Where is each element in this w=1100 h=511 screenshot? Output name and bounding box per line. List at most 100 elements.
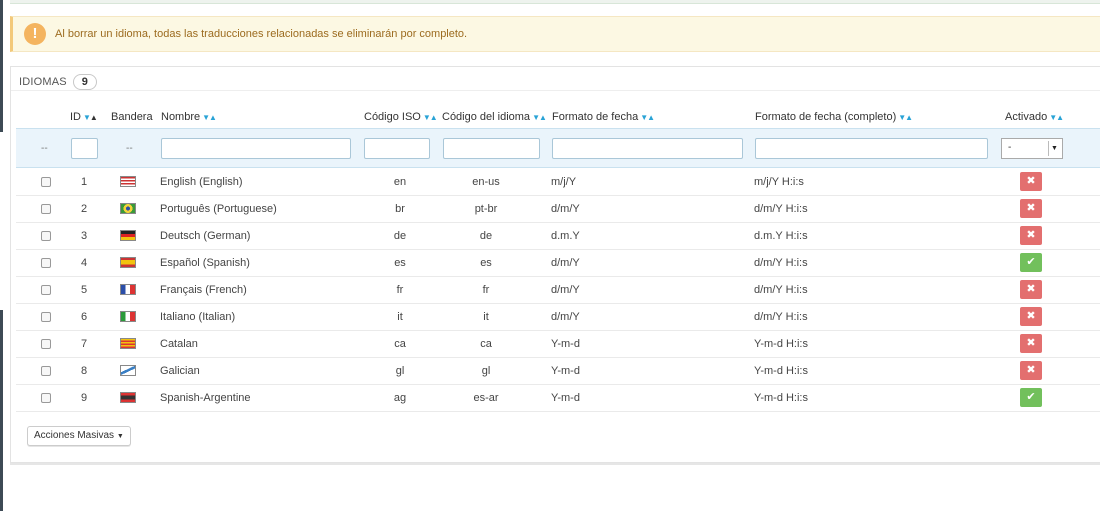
sort-desc-icon[interactable]: ▼ — [83, 113, 91, 122]
filter-select-placeholder: -- — [41, 143, 48, 154]
sort-asc-icon[interactable]: ▲ — [1056, 113, 1064, 122]
row-date-format: d/m/Y — [551, 284, 580, 296]
row-iso: fr — [396, 284, 404, 296]
row-date-format-full: d.m.Y H:i:s — [754, 230, 808, 242]
table-row[interactable]: 7 Catalan ca ca Y-m-d Y-m-d H:i:s ✖ — [16, 331, 1100, 358]
row-iso: ag — [393, 392, 407, 404]
header-lang-code[interactable]: Código del idioma ▼▲ — [442, 111, 547, 123]
header-name[interactable]: Nombre ▼▲ — [161, 111, 217, 123]
filter-lang-code-input[interactable] — [443, 138, 540, 159]
row-checkbox[interactable] — [41, 339, 51, 349]
flag-icon — [120, 365, 136, 376]
row-iso: en — [393, 176, 407, 188]
bulk-actions-button[interactable]: Acciones Masivas ▼ — [27, 426, 131, 446]
row-lang-code: es-ar — [473, 392, 499, 404]
row-date-format: Y-m-d — [551, 338, 580, 350]
row-date-format: d/m/Y — [551, 257, 580, 269]
row-id: 1 — [81, 176, 88, 188]
row-checkbox[interactable] — [41, 366, 51, 376]
row-lang-code: gl — [481, 365, 491, 377]
row-name: English (English) — [160, 176, 243, 188]
filter-active-select[interactable]: - ▼ — [1001, 138, 1063, 159]
flag-icon — [120, 176, 136, 187]
table-row[interactable]: 6 Italiano (Italian) it it d/m/Y d/m/Y H:i:s ✖ — [16, 304, 1100, 331]
sort-desc-icon[interactable]: ▼ — [202, 113, 210, 122]
sort-asc-icon[interactable]: ▲ — [430, 113, 438, 122]
caret-down-icon: ▼ — [116, 433, 124, 440]
row-iso: ca — [394, 338, 406, 350]
row-id: 5 — [81, 284, 88, 296]
sort-asc-icon[interactable]: ▲ — [90, 113, 98, 122]
header-active[interactable]: Activado ▼▲ — [1005, 111, 1064, 123]
row-name: Español (Spanish) — [160, 257, 250, 269]
table-row[interactable]: 2 Português (Portuguese) br pt-br d/m/Y d/m/Y… — [16, 196, 1100, 223]
row-name: Português (Portuguese) — [160, 203, 277, 215]
header-date-format-full[interactable]: Formato de fecha (completo) ▼▲ — [755, 111, 913, 123]
disabled-x-icon[interactable]: ✖ — [1020, 172, 1042, 191]
table-row[interactable]: 1 English (English) en en-us m/j/Y m/j/Y H:i:… — [16, 169, 1100, 196]
row-date-format-full: Y-m-d H:i:s — [754, 365, 808, 377]
table-row[interactable]: 3 Deutsch (German) de de d.m.Y d.m.Y H:i:s ✖ — [16, 223, 1100, 250]
count-badge: 9 — [72, 74, 97, 90]
flag-icon — [120, 203, 136, 214]
filter-iso-input[interactable] — [364, 138, 430, 159]
row-date-format: Y-m-d — [551, 365, 580, 377]
header-id[interactable]: ID ▼▲ — [70, 111, 98, 123]
row-name: Catalan — [160, 338, 198, 350]
row-id: 3 — [81, 230, 88, 242]
flag-icon — [120, 311, 136, 322]
panel-title: IDIOMAS — [19, 76, 67, 88]
warning-alert: ! Al borrar un idioma, todas las traducc… — [10, 16, 1100, 52]
sort-desc-icon[interactable]: ▼ — [532, 113, 540, 122]
table-row[interactable]: 5 Français (French) fr fr d/m/Y d/m/Y H:i:s ✖ — [16, 277, 1100, 304]
row-lang-code: en-us — [472, 176, 500, 188]
row-checkbox[interactable] — [41, 393, 51, 403]
row-name: Français (French) — [160, 284, 247, 296]
row-iso: es — [394, 257, 406, 269]
disabled-x-icon[interactable]: ✖ — [1020, 361, 1042, 380]
sort-asc-icon[interactable]: ▲ — [647, 113, 655, 122]
row-checkbox[interactable] — [41, 231, 51, 241]
row-checkbox[interactable] — [41, 177, 51, 187]
disabled-x-icon[interactable]: ✖ — [1020, 226, 1042, 245]
filter-row: -- -- - ▼ — [16, 128, 1100, 168]
table-row[interactable]: 8 Galician gl gl Y-m-d Y-m-d H:i:s ✖ — [16, 358, 1100, 385]
row-checkbox[interactable] — [41, 258, 51, 268]
table-row[interactable]: 4 Español (Spanish) es es d/m/Y d/m/Y H:i:s ✔ — [16, 250, 1100, 277]
row-date-format: m/j/Y — [551, 176, 577, 188]
filter-name-input[interactable] — [161, 138, 351, 159]
chevron-down-icon[interactable]: ▼ — [1048, 141, 1060, 156]
table-row[interactable]: 9 Spanish-Argentine ag es-ar Y-m-d Y-m-d H:i:… — [16, 385, 1100, 412]
row-date-format-full: Y-m-d H:i:s — [754, 338, 808, 350]
row-checkbox[interactable] — [41, 285, 51, 295]
flag-icon — [120, 230, 136, 241]
disabled-x-icon[interactable]: ✖ — [1020, 199, 1042, 218]
filter-date-format-input[interactable] — [552, 138, 743, 159]
row-date-format-full: d/m/Y H:i:s — [754, 203, 808, 215]
disabled-x-icon[interactable]: ✖ — [1020, 307, 1042, 326]
enabled-check-icon[interactable]: ✔ — [1020, 253, 1042, 272]
header-iso[interactable]: Código ISO ▼▲ — [364, 111, 438, 123]
row-iso: gl — [395, 365, 405, 377]
enabled-check-icon[interactable]: ✔ — [1020, 388, 1042, 407]
row-id: 6 — [81, 311, 88, 323]
filter-id-input[interactable] — [71, 138, 98, 159]
sort-asc-icon[interactable]: ▲ — [209, 113, 217, 122]
filter-date-format-full-input[interactable] — [755, 138, 988, 159]
sort-asc-icon[interactable]: ▲ — [539, 113, 547, 122]
row-checkbox[interactable] — [41, 312, 51, 322]
flag-icon — [120, 392, 136, 403]
row-lang-code: fr — [482, 284, 490, 296]
sort-asc-icon[interactable]: ▲ — [905, 113, 913, 122]
row-name: Galician — [160, 365, 200, 377]
header-date-format[interactable]: Formato de fecha ▼▲ — [552, 111, 655, 123]
filter-flag-placeholder: -- — [126, 143, 133, 154]
row-checkbox[interactable] — [41, 204, 51, 214]
row-lang-code: es — [480, 257, 492, 269]
row-lang-code: pt-br — [474, 203, 498, 215]
sort-desc-icon[interactable]: ▼ — [423, 113, 431, 122]
row-id: 9 — [81, 392, 88, 404]
flag-icon — [120, 338, 136, 349]
disabled-x-icon[interactable]: ✖ — [1020, 334, 1042, 353]
disabled-x-icon[interactable]: ✖ — [1020, 280, 1042, 299]
